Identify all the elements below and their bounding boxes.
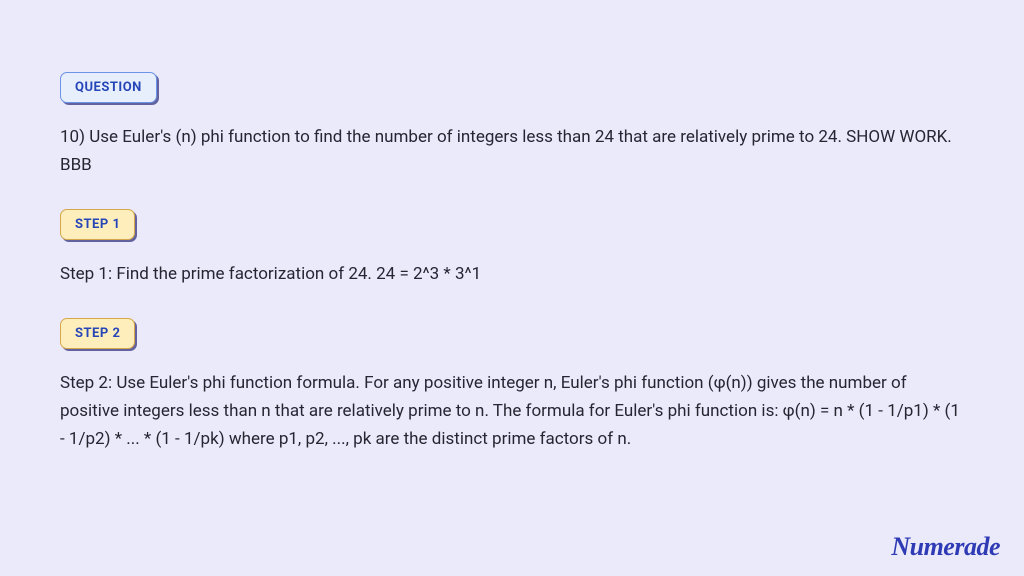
question-text: 10) Use Euler's (n) phi function to find…: [60, 123, 964, 179]
numerade-logo: Numerade: [891, 532, 1000, 562]
step1-text: Step 1: Find the prime factorization of …: [60, 260, 964, 288]
step2-badge: STEP 2: [60, 318, 135, 349]
question-badge: QUESTION: [60, 72, 157, 103]
question-section: QUESTION 10) Use Euler's (n) phi functio…: [60, 72, 964, 179]
step2-text: Step 2: Use Euler's phi function formula…: [60, 369, 964, 453]
step2-section: STEP 2 Step 2: Use Euler's phi function …: [60, 318, 964, 453]
content-area: QUESTION 10) Use Euler's (n) phi functio…: [0, 0, 1024, 453]
step1-badge: STEP 1: [60, 209, 135, 240]
step1-section: STEP 1 Step 1: Find the prime factorizat…: [60, 209, 964, 288]
